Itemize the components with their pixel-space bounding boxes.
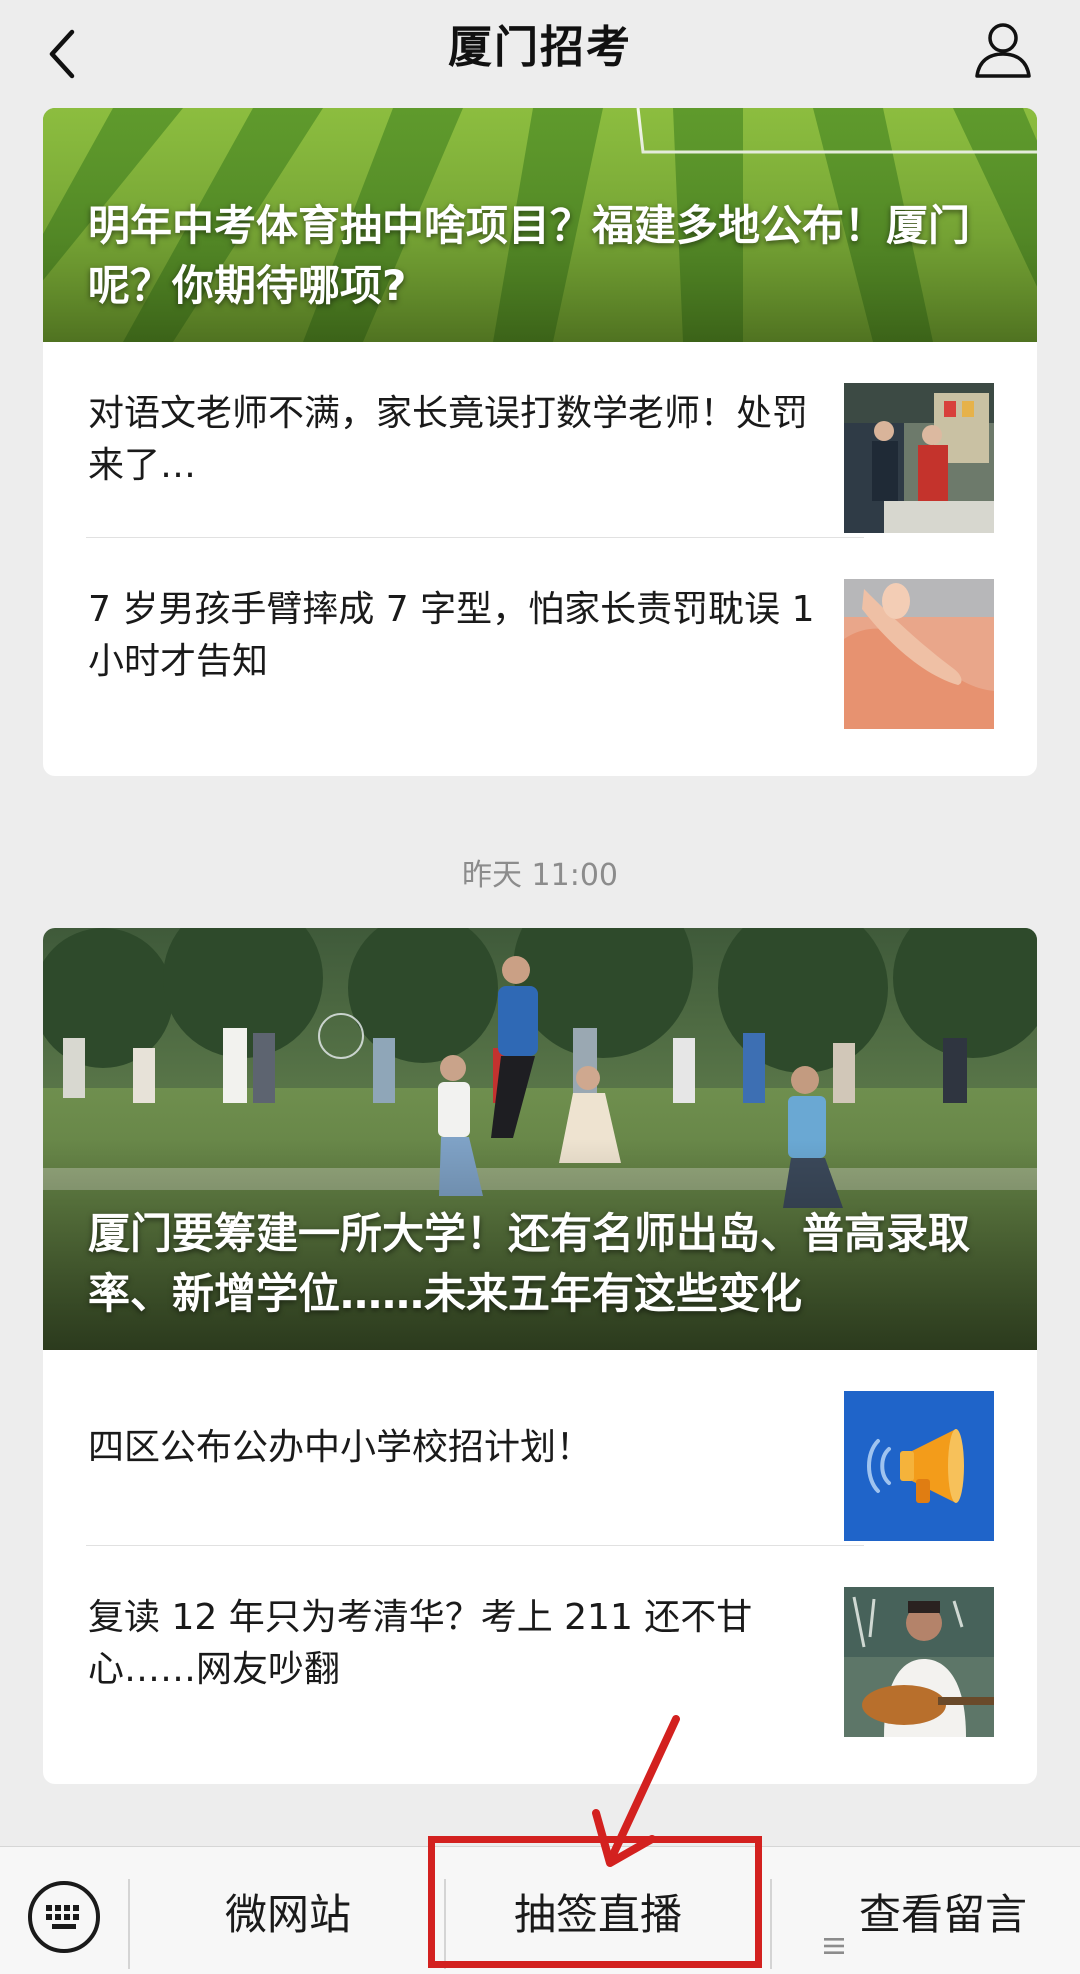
article-thumbnail xyxy=(844,579,994,729)
hero-title: 厦门要筹建一所大学！还有名师出岛、普高录取率、新增学位……未来五年有这些变化 xyxy=(88,1209,971,1318)
menu-separator xyxy=(128,1879,130,1969)
menu-item-label: 查看留言 xyxy=(858,1890,1027,1939)
menu-separator xyxy=(444,1879,446,1969)
article-thumbnail xyxy=(844,383,994,533)
article-thumbnail xyxy=(844,1587,994,1737)
list-item[interactable]: 7 岁男孩手臂摔成 7 字型，怕家长责罚耽误 1 小时才告知 xyxy=(43,538,1037,734)
menu-item-micro-site[interactable]: 微网站 xyxy=(140,1875,436,1955)
list-item[interactable]: 复读 12 年只为考清华？考上 211 还不甘心……网友吵翻 xyxy=(43,1546,1037,1742)
list-item[interactable]: 四区公布公办中小学校招计划！ xyxy=(43,1350,1037,1546)
bottom-menu-bar: 微网站 抽签直播 查看留言 xyxy=(0,1846,1080,1974)
top-bar: 厦门招考 xyxy=(0,0,1080,108)
menu-item-view-comments[interactable]: 查看留言 xyxy=(780,1875,1070,1955)
hero-title: 明年中考体育抽中啥项目？福建多地公布！厦门呢？你期待哪项? xyxy=(88,201,971,310)
menu-item-draw-live[interactable]: 抽签直播 xyxy=(450,1875,746,1955)
page-title: 厦门招考 xyxy=(448,22,632,73)
profile-icon[interactable] xyxy=(968,14,1038,84)
article-thumbnail xyxy=(844,1391,994,1541)
hero-article[interactable]: 厦门要筹建一所大学！还有名师出岛、普高录取率、新增学位……未来五年有这些变化 xyxy=(43,928,1037,1350)
list-item[interactable]: 对语文老师不满，家长竟误打数学老师！处罚来了… xyxy=(43,342,1037,538)
menu-separator xyxy=(770,1879,772,1969)
article-title: 复读 12 年只为考清华？考上 211 还不甘心……网友吵翻 xyxy=(88,1597,753,1690)
keyboard-icon[interactable] xyxy=(24,1877,104,1957)
article-card: 明年中考体育抽中啥项目？福建多地公布！厦门呢？你期待哪项? 对语文老师不满，家长… xyxy=(43,108,1037,776)
article-title: 对语文老师不满，家长竟误打数学老师！处罚来了… xyxy=(88,393,809,486)
hero-article[interactable]: 明年中考体育抽中啥项目？福建多地公布！厦门呢？你期待哪项? xyxy=(43,108,1037,342)
article-card: 厦门要筹建一所大学！还有名师出岛、普高录取率、新增学位……未来五年有这些变化 四… xyxy=(43,928,1037,1784)
submenu-lines-icon xyxy=(823,1903,845,1954)
article-title: 四区公布公办中小学校招计划！ xyxy=(88,1427,593,1468)
screen: 厦门招考 明年中考体育抽中啥项目？福建多地公布！厦门呢？你期待哪项? 对语文老师… xyxy=(0,0,1080,1974)
timestamp: 昨天 11:00 xyxy=(462,858,618,893)
article-title: 7 岁男孩手臂摔成 7 字型，怕家长责罚耽误 1 小时才告知 xyxy=(88,589,815,682)
